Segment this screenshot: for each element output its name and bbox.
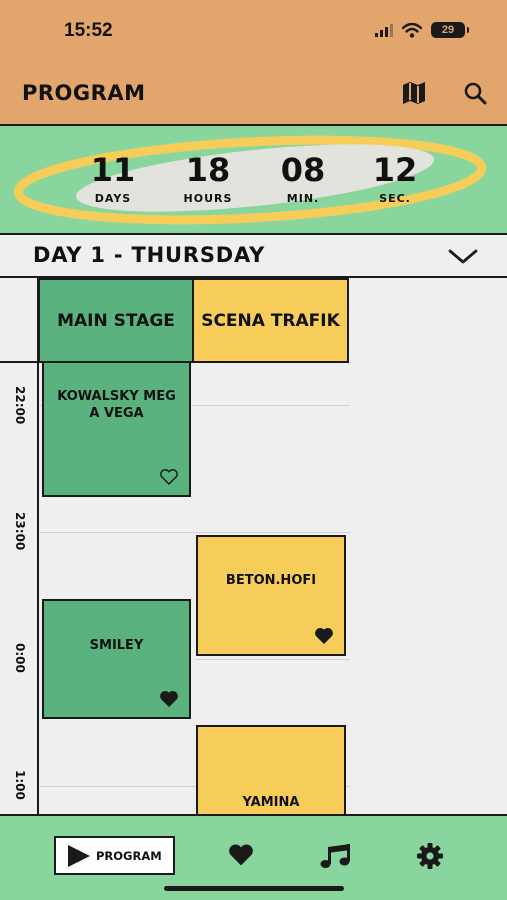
time-label: 1:00 bbox=[13, 770, 27, 800]
countdown-label: DAYS bbox=[94, 192, 132, 205]
event-name: BETON.HOFI bbox=[225, 573, 317, 588]
heart-outline-icon[interactable] bbox=[159, 468, 179, 486]
music-note-icon[interactable] bbox=[318, 842, 354, 870]
time-label: 23:00 bbox=[13, 512, 27, 551]
event-name: YAMINA bbox=[242, 795, 300, 810]
countdown-seconds: 12 SEC. bbox=[353, 152, 437, 205]
map-button[interactable] bbox=[400, 80, 428, 106]
battery-icon: 29 bbox=[431, 22, 469, 38]
day-selector[interactable]: DAY 1 - THURSDAY bbox=[0, 233, 507, 278]
cellular-signal-icon bbox=[375, 23, 393, 37]
countdown-minutes: 08 MIN. bbox=[261, 152, 345, 205]
event-card[interactable]: BETON.HOFI bbox=[196, 535, 346, 656]
countdown-value: 11 bbox=[90, 151, 136, 189]
heart-icon[interactable] bbox=[227, 842, 255, 868]
countdown-units: 11 DAYS 18 HOURS 08 MIN. 12 SEC. bbox=[0, 126, 507, 233]
countdown-days: 11 DAYS bbox=[71, 152, 155, 205]
event-card[interactable]: YAMINA bbox=[196, 725, 346, 814]
stage-header-scena-trafik: SCENA TRAFIK bbox=[192, 278, 349, 363]
search-button[interactable] bbox=[461, 80, 489, 106]
play-icon bbox=[68, 844, 90, 867]
battery-level: 29 bbox=[441, 24, 455, 36]
status-icons: 29 bbox=[375, 22, 469, 38]
countdown-value: 18 bbox=[185, 151, 231, 189]
heart-filled-icon[interactable] bbox=[314, 627, 334, 645]
wifi-icon bbox=[402, 22, 422, 38]
event-card[interactable]: KOWALSKY MEG A VEGA bbox=[42, 361, 191, 497]
stage-header-main-stage: MAIN STAGE bbox=[38, 278, 194, 363]
heart-filled-icon[interactable] bbox=[159, 690, 179, 708]
app-header: 15:52 29 PROGRAM bbox=[0, 0, 507, 126]
home-indicator bbox=[164, 886, 344, 891]
map-icon bbox=[403, 82, 425, 104]
time-column-divider bbox=[0, 361, 40, 363]
search-icon bbox=[464, 82, 487, 105]
status-time: 15:52 bbox=[64, 20, 113, 41]
countdown-banner: 11 DAYS 18 HOURS 08 MIN. 12 SEC. bbox=[0, 126, 507, 233]
countdown-label: HOURS bbox=[183, 192, 233, 205]
countdown-label: MIN. bbox=[286, 192, 320, 205]
tab-program[interactable]: PROGRAM bbox=[54, 836, 175, 875]
time-label: 22:00 bbox=[13, 386, 27, 425]
time-label: 0:00 bbox=[13, 643, 27, 673]
grid-line bbox=[195, 659, 350, 660]
countdown-value: 08 bbox=[280, 151, 326, 189]
grid-line bbox=[40, 532, 350, 533]
schedule-grid: MAIN STAGE SCENA TRAFIK 22:00 23:00 0:00… bbox=[0, 278, 507, 814]
event-name: SMILEY bbox=[89, 638, 144, 653]
gear-icon[interactable] bbox=[416, 842, 444, 870]
countdown-value: 12 bbox=[372, 151, 418, 189]
tab-program-label: PROGRAM bbox=[96, 848, 162, 863]
day-label: DAY 1 - THURSDAY bbox=[33, 243, 266, 267]
countdown-hours: 18 HOURS bbox=[166, 152, 250, 205]
chevron-down-icon[interactable] bbox=[446, 244, 480, 268]
event-card[interactable]: SMILEY bbox=[42, 599, 191, 719]
countdown-label: SEC. bbox=[379, 192, 411, 205]
page-title: PROGRAM bbox=[22, 81, 146, 105]
